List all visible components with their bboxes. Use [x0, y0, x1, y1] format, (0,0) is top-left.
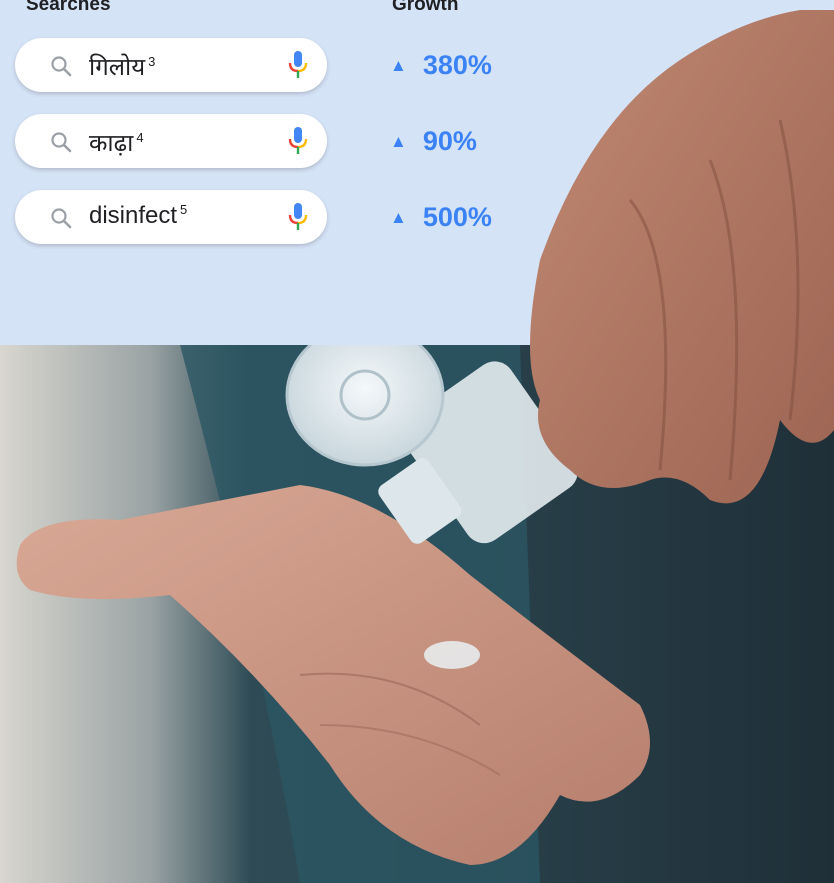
- mic-icon[interactable]: [287, 202, 309, 232]
- search-icon: [51, 56, 72, 77]
- growth-value: ▲ 500%: [390, 202, 492, 232]
- search-bar-giloy[interactable]: गिलोय 3: [15, 38, 327, 92]
- search-icon: [51, 208, 72, 229]
- searches-header: Searches: [26, 0, 111, 15]
- up-triangle-icon: ▲: [390, 207, 407, 227]
- footnote-marker: 4: [136, 130, 144, 145]
- growth-header: Growth: [392, 0, 459, 15]
- search-query: disinfect 5: [89, 202, 188, 229]
- footnote-marker: 3: [148, 54, 156, 69]
- up-triangle-icon: ▲: [390, 55, 407, 75]
- search-query: गिलोय 3: [89, 54, 156, 81]
- mic-icon[interactable]: [287, 126, 309, 156]
- search-bar-kadha[interactable]: काढ़ा 4: [15, 114, 327, 168]
- growth-value: ▲ 380%: [390, 50, 492, 80]
- up-triangle-icon: ▲: [390, 131, 407, 151]
- growth-value: ▲ 90%: [390, 126, 477, 156]
- footnote-marker: 5: [180, 202, 188, 217]
- search-bar-disinfect[interactable]: disinfect 5: [15, 190, 327, 244]
- mic-icon[interactable]: [287, 50, 309, 80]
- search-icon: [51, 132, 72, 153]
- hand-illustration: [530, 10, 834, 504]
- search-query: काढ़ा 4: [89, 130, 144, 157]
